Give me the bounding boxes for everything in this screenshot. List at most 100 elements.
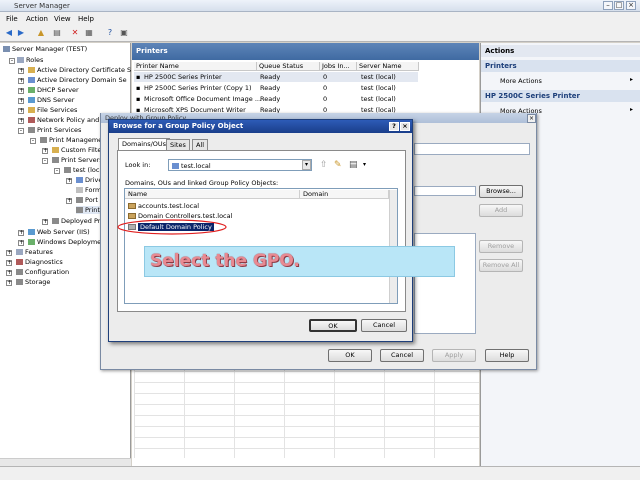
table-row[interactable]: ▪ HP 2500C Series Printer (Copy 1) Ready… xyxy=(134,83,418,93)
tab-sites[interactable]: Sites xyxy=(166,139,190,150)
expander-icon[interactable]: + xyxy=(18,78,24,84)
tree-item-test-local[interactable]: test (loca xyxy=(64,166,103,174)
features-icon xyxy=(16,249,23,255)
minimize-icon[interactable]: – xyxy=(603,1,613,10)
tree-item-print-services[interactable]: Print Services xyxy=(28,126,81,134)
new-folder-icon[interactable]: ✎ xyxy=(334,160,342,170)
tree-item-dhcp[interactable]: DHCP Server xyxy=(28,86,79,94)
expander-icon[interactable]: + xyxy=(18,118,24,124)
tree-item-web-server[interactable]: Web Server (IIS) xyxy=(28,228,90,236)
close-icon[interactable]: × xyxy=(527,114,536,123)
tree-item-configuration[interactable]: Configuration xyxy=(16,268,69,276)
tree-item-roles[interactable]: Roles xyxy=(17,56,43,64)
back-icon[interactable]: ◀ xyxy=(4,28,14,38)
expander-icon[interactable]: + xyxy=(42,148,48,154)
expander-icon[interactable]: - xyxy=(42,158,48,164)
tree-item-storage[interactable]: Storage xyxy=(16,278,50,286)
tree-item-dns[interactable]: DNS Server xyxy=(28,96,74,104)
tree-item-ad-domain[interactable]: Active Directory Domain Se xyxy=(28,76,127,84)
tree-item-forms[interactable]: Form xyxy=(76,186,101,194)
list-item[interactable]: accounts.test.local xyxy=(128,202,199,210)
forward-icon[interactable]: ▶ xyxy=(16,28,26,38)
help-icon[interactable]: ? xyxy=(105,28,115,38)
table-row[interactable]: ▪ Microsoft Office Document Image ... Re… xyxy=(134,94,418,104)
expander-icon[interactable]: + xyxy=(42,219,48,225)
actions-section-printers[interactable]: Printers xyxy=(481,60,640,72)
tab-all[interactable]: All xyxy=(192,139,209,150)
remove-all-button[interactable]: Remove All xyxy=(479,259,523,272)
more-actions-link[interactable]: More Actions xyxy=(500,77,542,85)
expander-icon[interactable]: + xyxy=(18,98,24,104)
column-header-printer-name[interactable]: Printer Name xyxy=(134,62,257,71)
deploy-apply-button[interactable]: Apply xyxy=(432,349,476,362)
column-header-domain[interactable]: Domain xyxy=(300,190,389,199)
tree-item-custom-filters[interactable]: Custom Filte xyxy=(52,146,101,154)
expander-icon[interactable]: + xyxy=(6,260,12,266)
expander-icon[interactable]: - xyxy=(54,168,60,174)
look-in-select[interactable]: test.local xyxy=(168,159,312,171)
menu-view[interactable]: View xyxy=(54,15,71,23)
expander-icon[interactable]: + xyxy=(66,198,72,204)
menu-file[interactable]: File xyxy=(6,15,18,23)
gpo-field[interactable] xyxy=(414,186,476,196)
menu-help[interactable]: Help xyxy=(78,15,94,23)
browse-cancel-button[interactable]: Cancel xyxy=(361,319,407,332)
column-header-server-name[interactable]: Server Name xyxy=(357,62,419,71)
table-row[interactable]: ▪ HP 2500C Series Printer Ready 0 test (… xyxy=(134,72,418,82)
tree-root[interactable]: Server Manager (TEST) xyxy=(3,45,87,53)
column-header-jobs[interactable]: Jobs In... xyxy=(320,62,357,71)
menu-action[interactable]: Action xyxy=(26,15,48,23)
remove-button[interactable]: Remove xyxy=(479,240,523,253)
browse-ok-button[interactable]: OK xyxy=(309,319,357,332)
deploy-ok-button[interactable]: OK xyxy=(328,349,372,362)
help-icon[interactable]: ? xyxy=(389,122,399,131)
deploy-cancel-button[interactable]: Cancel xyxy=(380,349,424,362)
expander-icon[interactable]: + xyxy=(18,68,24,74)
expander-icon[interactable]: + xyxy=(6,270,12,276)
deploy-help-button[interactable]: Help xyxy=(485,349,529,362)
tree-item-print-servers[interactable]: Print Servers xyxy=(52,156,103,164)
column-header-queue-status[interactable]: Queue Status xyxy=(257,62,320,71)
tree-item-print-management[interactable]: Print Managemen xyxy=(40,136,106,144)
expander-icon[interactable]: + xyxy=(18,108,24,114)
expander-icon[interactable]: + xyxy=(18,240,24,246)
actions-section-printer[interactable]: HP 2500C Series Printer xyxy=(481,90,640,102)
expander-icon[interactable]: + xyxy=(18,230,24,236)
column-header-name[interactable]: Name xyxy=(125,190,300,199)
tab-domains-ous[interactable]: Domains/OUs xyxy=(118,138,171,150)
tree-item-printers[interactable]: Print xyxy=(76,206,100,214)
tree-item-file-services[interactable]: File Services xyxy=(28,106,77,114)
tree-item-deployed-printers[interactable]: Deployed Pri xyxy=(52,217,102,225)
show-hide-tree-icon[interactable]: ▤ xyxy=(52,28,62,38)
tree-item-ad-cert[interactable]: Active Directory Certificate S xyxy=(28,66,131,74)
expander-icon[interactable]: - xyxy=(9,58,15,64)
up-folder-icon[interactable]: ▲ xyxy=(36,28,46,38)
expander-icon[interactable]: - xyxy=(30,138,36,144)
delete-icon[interactable]: ✕ xyxy=(70,28,80,38)
browse-button[interactable]: Browse... xyxy=(479,185,523,198)
chevron-down-icon[interactable]: ▾ xyxy=(363,161,366,168)
maximize-icon[interactable]: □ xyxy=(614,1,624,10)
tree-item-diagnostics[interactable]: Diagnostics xyxy=(16,258,63,266)
tree-horizontal-scrollbar[interactable] xyxy=(0,458,131,466)
expander-icon[interactable]: + xyxy=(66,178,72,184)
expander-icon[interactable]: - xyxy=(18,128,24,134)
properties-icon[interactable]: ▦ xyxy=(84,28,94,38)
chevron-down-icon[interactable]: ▾ xyxy=(302,160,311,170)
view-icon[interactable]: ▣ xyxy=(119,28,129,38)
gpo-name-field[interactable] xyxy=(414,143,530,155)
add-button[interactable]: Add xyxy=(479,204,523,217)
tree-item-windows-deployment[interactable]: Windows Deploymen xyxy=(28,238,105,246)
up-folder-icon[interactable]: ⇧ xyxy=(320,160,328,170)
tree-item-drivers[interactable]: Drive xyxy=(76,176,102,184)
tree-item-ports[interactable]: Port xyxy=(76,196,98,204)
expander-icon[interactable]: + xyxy=(18,88,24,94)
expander-icon[interactable]: + xyxy=(6,250,12,256)
close-icon[interactable]: × xyxy=(400,122,410,131)
tree-item-network-policy[interactable]: Network Policy and A xyxy=(28,116,106,124)
close-icon[interactable]: × xyxy=(626,1,636,10)
dns-icon xyxy=(28,97,35,103)
tree-item-features[interactable]: Features xyxy=(16,248,53,256)
expander-icon[interactable]: + xyxy=(6,280,12,286)
view-menu-icon[interactable]: ▤ xyxy=(349,160,358,170)
